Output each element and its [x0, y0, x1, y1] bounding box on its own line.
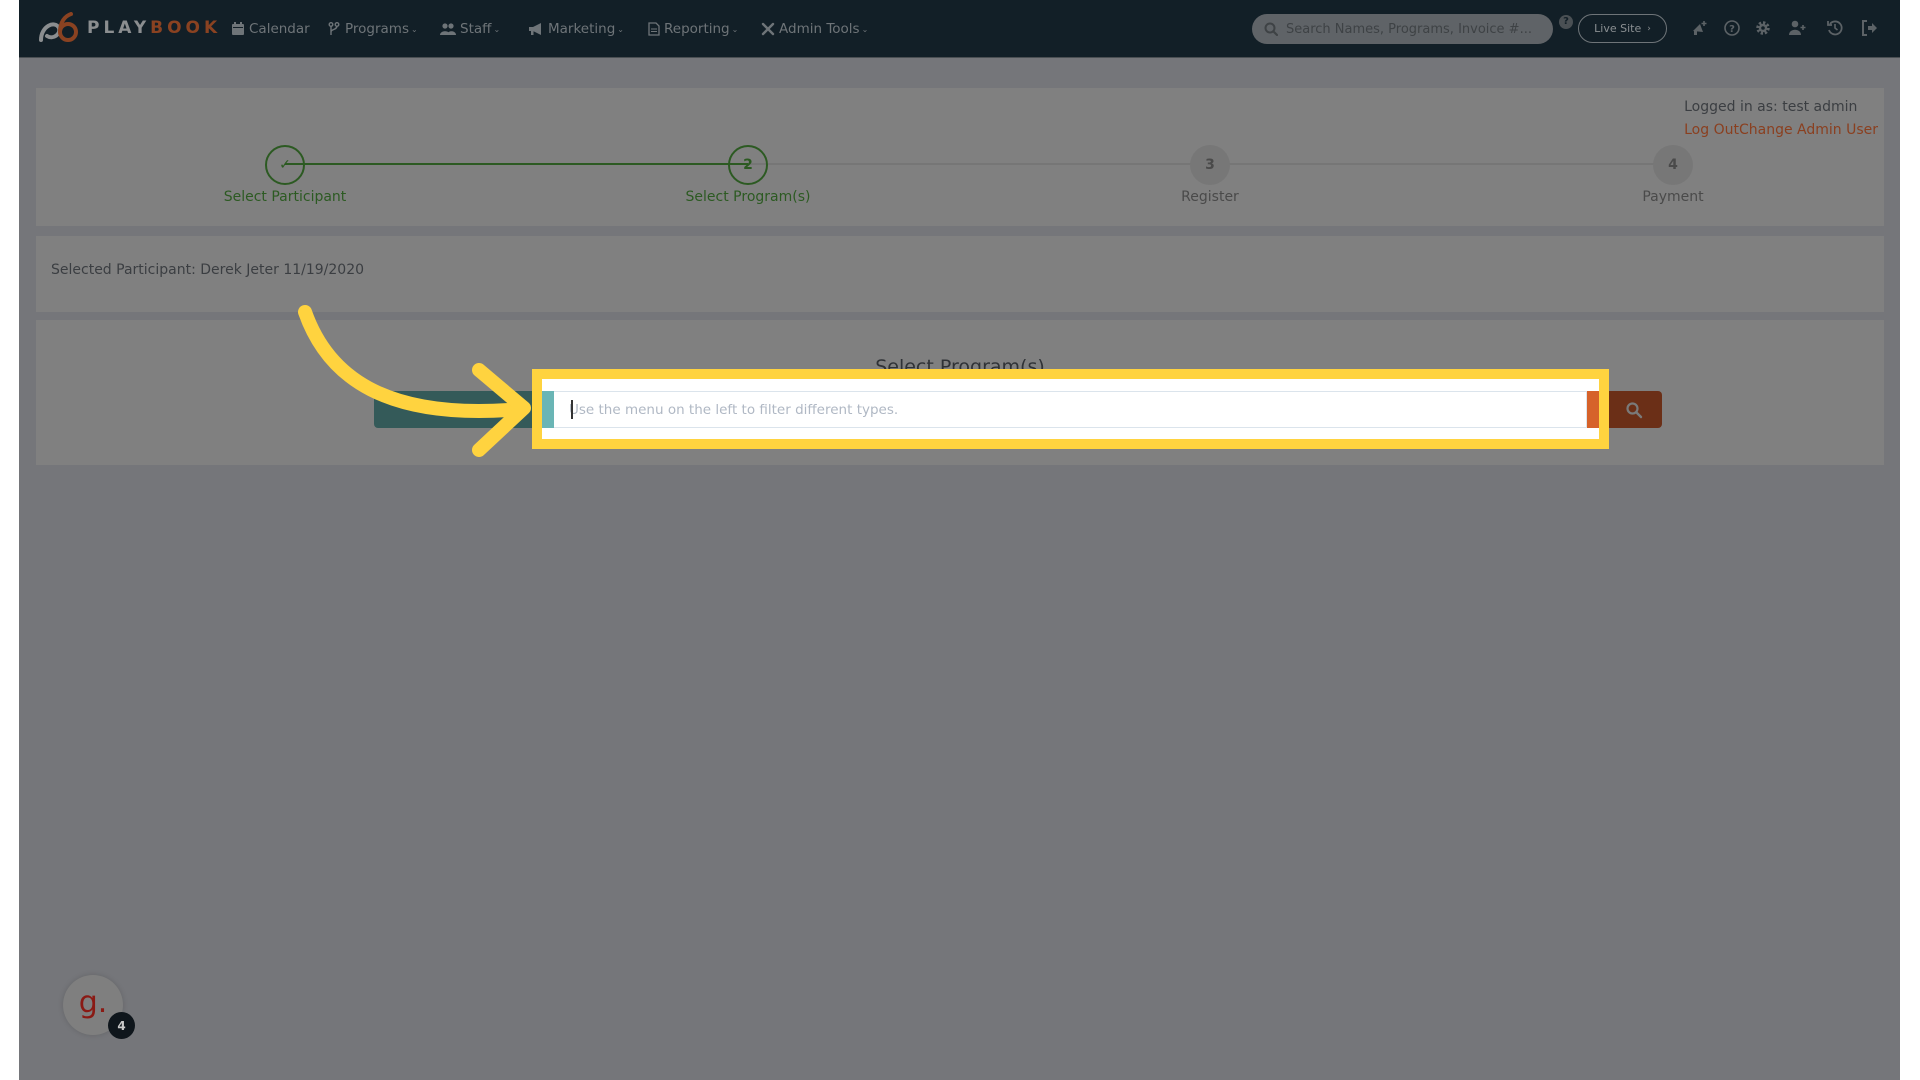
- search-button-edge[interactable]: [1587, 391, 1599, 428]
- registration-stepper: Logged in as: test admin Log OutChange A…: [36, 88, 1884, 226]
- nav-item-staff[interactable]: Staff ⌄: [440, 18, 500, 40]
- chevron-right-icon: ›: [1647, 23, 1651, 34]
- chevron-down-icon: ⌄: [617, 24, 624, 34]
- nav-item-reporting[interactable]: Reporting ⌄: [648, 18, 738, 40]
- step-1-label[interactable]: Select Participant: [175, 189, 395, 205]
- step-connector-completed: [285, 163, 748, 165]
- svg-text:?: ?: [1729, 24, 1735, 35]
- playbook-logo-icon: [39, 12, 78, 42]
- step-2-label[interactable]: Select Program(s): [638, 189, 858, 205]
- chevron-down-icon: ⌄: [731, 24, 739, 34]
- global-search-input[interactable]: [1286, 21, 1546, 37]
- branch-icon: [328, 22, 340, 35]
- history-icon[interactable]: [1825, 18, 1845, 38]
- nav-item-label: Marketing: [548, 21, 616, 37]
- logout-icon[interactable]: [1860, 18, 1880, 38]
- chevron-down-icon: ⌄: [493, 24, 501, 34]
- chat-notification-badge: 4: [108, 1012, 135, 1039]
- search-icon: [1626, 401, 1643, 418]
- playbook-logo[interactable]: PLAYBOOK: [37, 12, 221, 44]
- login-info: Logged in as: test admin Log OutChange A…: [1684, 96, 1878, 142]
- log-out-link[interactable]: Log Out: [1684, 122, 1739, 138]
- check-icon: ✓: [279, 157, 291, 173]
- announcement-icon[interactable]: [1690, 18, 1710, 38]
- nav-item-label: Staff: [460, 21, 492, 37]
- global-search[interactable]: [1252, 14, 1553, 44]
- step-4-indicator: 4: [1653, 145, 1693, 185]
- top-navbar: PLAYBOOK Calendar Programs ⌄ Staff ⌄ Mar…: [19, 0, 1900, 58]
- step-1-indicator[interactable]: ✓: [265, 145, 305, 185]
- change-admin-user-link[interactable]: Change Admin User: [1739, 122, 1878, 138]
- chat-logo-icon: g.: [78, 984, 108, 1020]
- help-icon[interactable]: ?: [1722, 18, 1742, 38]
- tools-icon: [761, 22, 775, 36]
- program-search-input[interactable]: [554, 391, 1587, 428]
- nav-item-calendar[interactable]: Calendar: [231, 18, 310, 40]
- nav-item-label: Reporting: [664, 21, 730, 37]
- live-site-button[interactable]: Live Site ›: [1578, 14, 1667, 43]
- app-frame: PLAYBOOK Calendar Programs ⌄ Staff ⌄ Mar…: [19, 0, 1900, 1080]
- selected-participant-text: Selected Participant: Derek Jeter 11/19/…: [51, 262, 365, 278]
- program-search-group: [542, 379, 1599, 439]
- add-user-icon[interactable]: [1787, 18, 1807, 38]
- nav-item-label: Admin Tools: [779, 21, 860, 37]
- search-help-icon[interactable]: ?: [1559, 15, 1573, 29]
- nav-item-label: Calendar: [249, 21, 310, 37]
- step-2-indicator[interactable]: 2: [728, 145, 768, 185]
- chevron-down-icon: ⌄: [861, 24, 869, 34]
- nav-item-admin-tools[interactable]: Admin Tools ⌄: [761, 18, 868, 40]
- pointer-arrow-annotation: [298, 305, 531, 457]
- document-icon: [648, 22, 660, 36]
- nav-item-programs[interactable]: Programs ⌄: [327, 18, 418, 40]
- settings-icon[interactable]: [1753, 18, 1773, 38]
- nav-item-marketing[interactable]: Marketing ⌄: [528, 18, 624, 40]
- step-4-label: Payment: [1642, 189, 1704, 205]
- brand-name: PLAYBOOK: [87, 18, 222, 38]
- users-icon: [440, 23, 456, 35]
- search-icon: [1264, 22, 1278, 36]
- step-3-label: Register: [1181, 189, 1239, 205]
- program-search-button[interactable]: [1606, 391, 1662, 428]
- chevron-down-icon: ⌄: [411, 24, 418, 34]
- nav-item-label: Programs: [345, 21, 409, 37]
- highlight-box: [532, 369, 1609, 449]
- live-site-label: Live Site: [1594, 22, 1642, 35]
- calendar-icon: [232, 22, 244, 35]
- bullhorn-icon: [529, 23, 541, 35]
- logged-in-as: Logged in as: test admin: [1684, 99, 1858, 115]
- arrow-shaft: [298, 305, 516, 418]
- step-3-indicator: 3: [1190, 145, 1230, 185]
